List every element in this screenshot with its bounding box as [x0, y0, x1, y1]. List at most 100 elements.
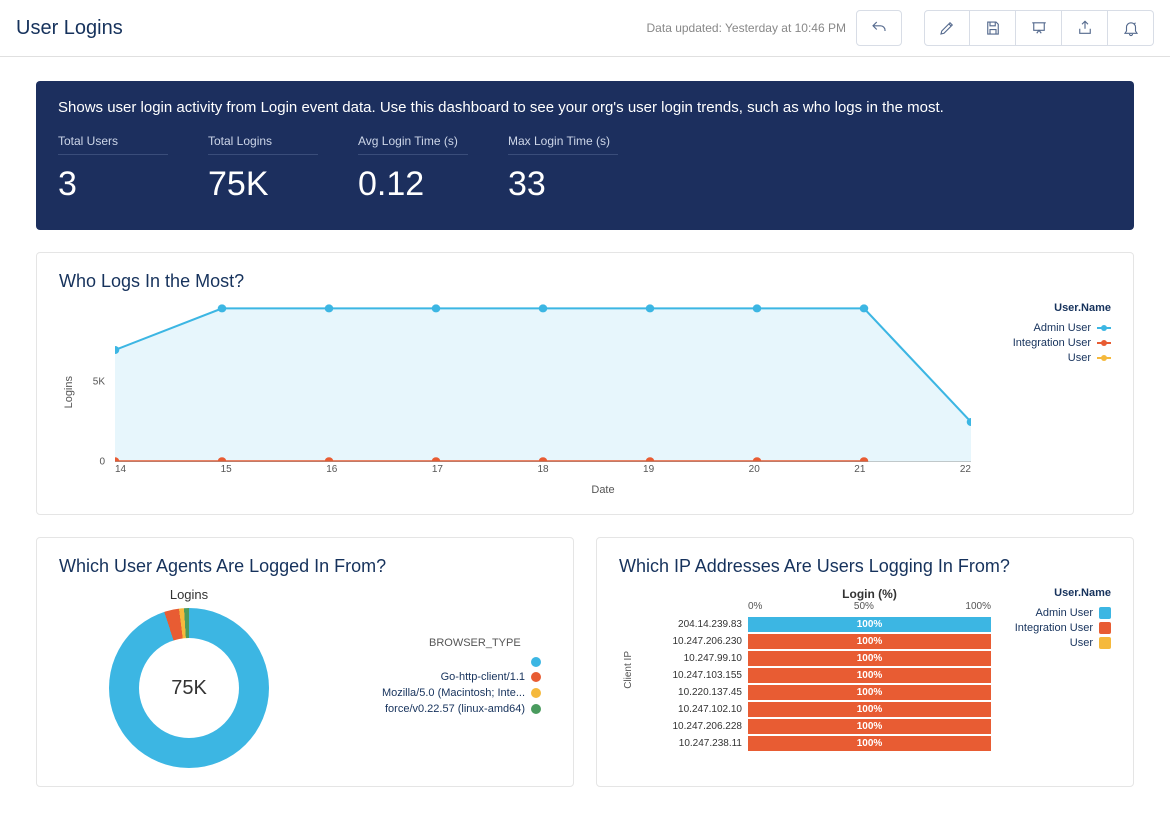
- page-header: User Logins Data updated: Yesterday at 1…: [0, 0, 1170, 57]
- dashboard-body: Shows user login activity from Login eve…: [0, 57, 1170, 811]
- line-legend: User.Name Admin User Integration User User: [971, 302, 1111, 482]
- panel-title: Which User Agents Are Logged In From?: [59, 556, 551, 577]
- legend-item[interactable]: User: [1001, 637, 1111, 649]
- panel-ip-addresses: Which IP Addresses Are Users Logging In …: [596, 537, 1134, 787]
- donut-legend: BROWSER_TYPE Go-http-client/1.1 Mozilla/5…: [319, 637, 551, 719]
- ip-bar-row[interactable]: 10.247.206.230 100%: [638, 633, 991, 650]
- undo-icon: [870, 19, 888, 37]
- ip-bar-row[interactable]: 10.247.99.10 100%: [638, 650, 991, 667]
- ip-bar-row[interactable]: 10.247.238.11 100%: [638, 735, 991, 752]
- ip-bar-row[interactable]: 10.247.102.10 100%: [638, 701, 991, 718]
- y-axis-label: Client IP: [619, 651, 638, 689]
- legend-title: User.Name: [981, 302, 1111, 314]
- ip-bar-row[interactable]: 10.247.206.228100%: [638, 718, 991, 735]
- stat-value: 0.12: [358, 165, 468, 204]
- legend-item[interactable]: Go-http-client/1.1: [319, 671, 551, 683]
- ip-bar: 100%: [748, 617, 991, 632]
- data-updated-text: Data updated: Yesterday at 10:46 PM: [647, 21, 846, 35]
- banner-description: Shows user login activity from Login eve…: [58, 99, 1112, 116]
- ip-bar: 100%: [748, 668, 991, 683]
- panel-who-logs-in: Who Logs In the Most? Logins 0 5K 14 15 16 1…: [36, 252, 1134, 515]
- panel-title: Which IP Addresses Are Users Logging In …: [619, 556, 1111, 577]
- ip-bar: 100%: [748, 702, 991, 717]
- ip-bar: 100%: [748, 685, 991, 700]
- header-right: Data updated: Yesterday at 10:46 PM: [647, 10, 1154, 46]
- stat-label: Avg Login Time (s): [358, 134, 468, 148]
- ip-bar: 100%: [748, 736, 991, 751]
- donut-chart-title: Logins: [59, 587, 319, 602]
- share-button[interactable]: [1062, 10, 1108, 46]
- donut-center-label: 75K: [109, 608, 269, 768]
- ip-chart-header: Login (%): [748, 587, 991, 601]
- stat-label: Total Logins: [208, 134, 318, 148]
- scale-tick: 0%: [748, 601, 762, 612]
- ip-bar-row[interactable]: 10.247.103.155 100%: [638, 667, 991, 684]
- stat-value: 75K: [208, 165, 318, 204]
- stat-avg-login-time: Avg Login Time (s) 0.12: [358, 134, 468, 204]
- legend-item[interactable]: [319, 657, 551, 667]
- summary-banner: Shows user login activity from Login eve…: [36, 81, 1134, 230]
- x-tick: 18: [537, 464, 548, 482]
- stat-label: Max Login Time (s): [508, 134, 618, 148]
- ip-legend: User.Name Admin User Integration User User: [991, 587, 1111, 752]
- legend-title: User.Name: [1001, 587, 1111, 599]
- page-title: User Logins: [16, 17, 123, 40]
- legend-item[interactable]: Integration User: [981, 337, 1111, 349]
- ip-label: 10.247.206.230: [638, 636, 742, 647]
- legend-title: BROWSER_TYPE: [429, 637, 551, 649]
- pencil-icon: [938, 19, 956, 37]
- ip-bar-chart[interactable]: 204.14.239.83100%10.247.206.230100%10.24…: [638, 616, 991, 752]
- y-tick: 5K: [93, 377, 105, 388]
- ip-label: 10.247.103.155: [638, 670, 742, 681]
- ip-bar-row[interactable]: 204.14.239.83 100%: [638, 616, 991, 633]
- scale-tick: 50%: [854, 601, 874, 612]
- bell-icon: [1122, 19, 1140, 37]
- legend-item[interactable]: User: [981, 352, 1111, 364]
- ip-label: 10.247.99.10: [638, 653, 742, 664]
- presentation-icon: [1030, 19, 1048, 37]
- y-axis-label: Logins: [59, 376, 79, 408]
- x-tick: 20: [749, 464, 760, 482]
- line-chart[interactable]: Logins 0 5K 14 15 16 17 18 19 20 21 22 User.Name …: [59, 302, 1111, 482]
- scale-tick: 100%: [965, 601, 991, 612]
- stat-value: 3: [58, 165, 168, 204]
- stat-total-logins: Total Logins 75K: [208, 134, 318, 204]
- edit-button[interactable]: [924, 10, 970, 46]
- x-tick: 16: [326, 464, 337, 482]
- legend-item[interactable]: Integration User: [1001, 622, 1111, 634]
- y-tick: 0: [99, 457, 105, 468]
- stat-value: 33: [508, 165, 618, 204]
- notifications-button[interactable]: [1108, 10, 1154, 46]
- ip-label: 204.14.239.83: [638, 619, 742, 630]
- save-icon: [984, 19, 1002, 37]
- toolbar: [924, 10, 1154, 46]
- legend-item[interactable]: Admin User: [981, 322, 1111, 334]
- x-tick: 17: [432, 464, 443, 482]
- x-tick: 21: [854, 464, 865, 482]
- stat-label: Total Users: [58, 134, 168, 148]
- ip-label: 10.247.102.10: [638, 704, 742, 715]
- present-button[interactable]: [1016, 10, 1062, 46]
- x-tick: 22: [960, 464, 971, 482]
- undo-button[interactable]: [856, 10, 902, 46]
- stats-row: Total Users 3 Total Logins 75K Avg Login…: [58, 134, 1112, 204]
- save-button[interactable]: [970, 10, 1016, 46]
- x-tick: 15: [221, 464, 232, 482]
- ip-label: 10.220.137.45: [638, 687, 742, 698]
- stat-max-login-time: Max Login Time (s) 33: [508, 134, 618, 204]
- ip-bar: 100%: [748, 634, 991, 649]
- ip-label: 10.247.238.11: [638, 738, 742, 749]
- donut-chart[interactable]: 75K: [109, 608, 269, 768]
- x-axis-label: Date: [95, 484, 1111, 496]
- ip-bar: 100%: [748, 651, 991, 666]
- legend-item[interactable]: Mozilla/5.0 (Macintosh; Inte...: [319, 687, 551, 699]
- legend-item[interactable]: Admin User: [1001, 607, 1111, 619]
- x-tick: 14: [115, 464, 126, 482]
- stat-total-users: Total Users 3: [58, 134, 168, 204]
- ip-bar-row[interactable]: 10.220.137.45 100%: [638, 684, 991, 701]
- x-tick: 19: [643, 464, 654, 482]
- legend-item[interactable]: force/v0.22.57 (linux-amd64): [319, 703, 551, 715]
- ip-bar: 100%: [748, 719, 991, 734]
- panel-title: Who Logs In the Most?: [59, 271, 1111, 292]
- panel-user-agents: Which User Agents Are Logged In From? Lo…: [36, 537, 574, 787]
